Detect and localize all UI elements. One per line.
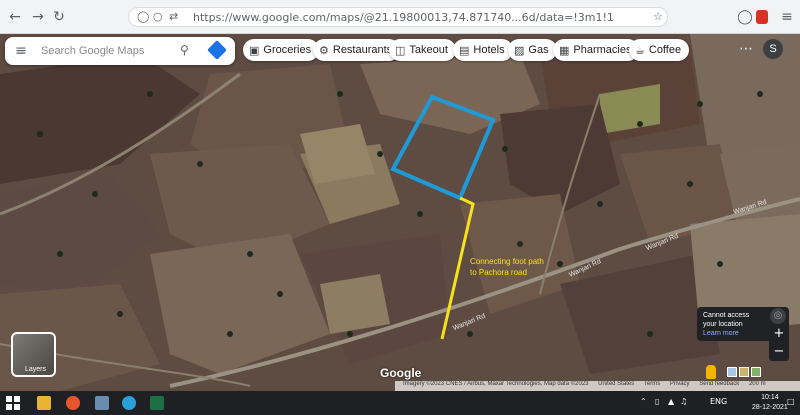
forward-arrow-icon[interactable]: → xyxy=(29,8,47,26)
notification-icon[interactable]: □ xyxy=(787,397,795,406)
my-location-icon[interactable]: ◎ xyxy=(770,308,786,324)
permissions-icon[interactable]: ⇄ xyxy=(169,10,178,23)
app-icon[interactable] xyxy=(95,396,109,410)
bed-icon: ▤ xyxy=(459,43,470,57)
apps-grid-icon[interactable]: ⋯ xyxy=(739,42,753,56)
clock[interactable]: 10:14 28-12-2021 xyxy=(752,393,788,413)
edge-icon[interactable] xyxy=(122,396,136,410)
satellite-imagery xyxy=(0,34,800,391)
pocket-icon[interactable]: ◯ xyxy=(736,8,754,26)
chip-hotels[interactable]: ▤ Hotels xyxy=(453,39,513,61)
windows-logo-icon xyxy=(6,396,20,410)
address-bar[interactable]: ◯ ○ ⇄ https://www.google.com/maps/@21.19… xyxy=(128,7,668,27)
tray-chevron-icon[interactable]: ⌃ xyxy=(640,397,647,406)
pegman-icon[interactable] xyxy=(706,365,716,379)
zoom-controls: + − xyxy=(769,325,789,361)
firefox-icon[interactable] xyxy=(66,396,80,410)
battery-icon[interactable]: ▯ xyxy=(655,397,659,406)
language-indicator[interactable]: ENG xyxy=(710,397,727,406)
back-arrow-icon[interactable]: ← xyxy=(6,8,24,26)
satellite-map[interactable]: ≡ Search Google Maps ⚲ ▣ Groceries ⚙ Resta… xyxy=(0,34,800,391)
browser-toolbar: ← → ↻ ◯ ○ ⇄ https://www.google.com/maps/… xyxy=(0,0,800,34)
avatar[interactable]: S xyxy=(763,39,783,59)
google-logo: Google xyxy=(380,366,422,380)
lock-icon[interactable]: ○ xyxy=(153,10,163,23)
excel-icon[interactable] xyxy=(150,396,164,410)
fuel-icon: ▨ xyxy=(514,43,525,57)
thumbnail[interactable] xyxy=(727,367,737,377)
chip-takeout[interactable]: ◫ Takeout xyxy=(389,39,456,61)
menu-icon[interactable]: ≡ xyxy=(778,8,796,26)
cart-icon: ▣ xyxy=(249,43,260,57)
thumbnail[interactable] xyxy=(739,367,749,377)
bookmark-star-icon[interactable]: ☆ xyxy=(653,10,663,23)
hamburger-menu-icon[interactable]: ≡ xyxy=(15,43,27,59)
foot-path-annotation: Connecting foot path to Pachora road xyxy=(470,257,544,277)
network-icon[interactable]: ▲ xyxy=(668,397,674,406)
url-text[interactable]: https://www.google.com/maps/@21.19800013… xyxy=(193,11,613,24)
start-icon[interactable] xyxy=(6,396,20,410)
file-explorer-icon[interactable] xyxy=(37,396,51,410)
chip-restaurants[interactable]: ⚙ Restaurants xyxy=(313,39,401,61)
pharmacy-icon: ▦ xyxy=(559,43,570,57)
chip-coffee[interactable]: ☕ Coffee xyxy=(629,39,690,61)
directions-icon[interactable] xyxy=(207,40,227,60)
zoom-out-button[interactable]: − xyxy=(769,343,789,361)
zoom-in-button[interactable]: + xyxy=(769,325,789,343)
fork-knife-icon: ⚙ xyxy=(319,43,329,57)
extension-icon[interactable] xyxy=(756,10,768,24)
search-input[interactable]: Search Google Maps xyxy=(41,45,144,57)
attribution-bar: Imagery ©2023 CNES / Airbus, Maxar Techn… xyxy=(395,381,800,391)
chip-gas[interactable]: ▨ Gas xyxy=(508,39,557,61)
chip-pharmacies[interactable]: ▦ Pharmacies xyxy=(553,39,640,61)
search-box[interactable]: ≡ Search Google Maps ⚲ xyxy=(5,37,235,65)
coffee-icon: ☕ xyxy=(635,43,645,57)
volume-icon[interactable]: ♫ xyxy=(680,397,687,406)
reload-icon[interactable]: ↻ xyxy=(50,8,68,26)
layers-button[interactable]: Layers xyxy=(11,332,56,377)
imagery-thumbnails xyxy=(727,367,761,377)
shield-icon[interactable]: ◯ xyxy=(137,10,149,23)
thumbnail[interactable] xyxy=(751,367,761,377)
chip-groceries[interactable]: ▣ Groceries xyxy=(243,39,320,61)
takeout-icon: ◫ xyxy=(395,43,406,57)
windows-taskbar: ⌃ ▯ ▲ ♫ ENG 10:14 28-12-2021 □ xyxy=(0,391,800,415)
search-icon[interactable]: ⚲ xyxy=(180,43,189,57)
